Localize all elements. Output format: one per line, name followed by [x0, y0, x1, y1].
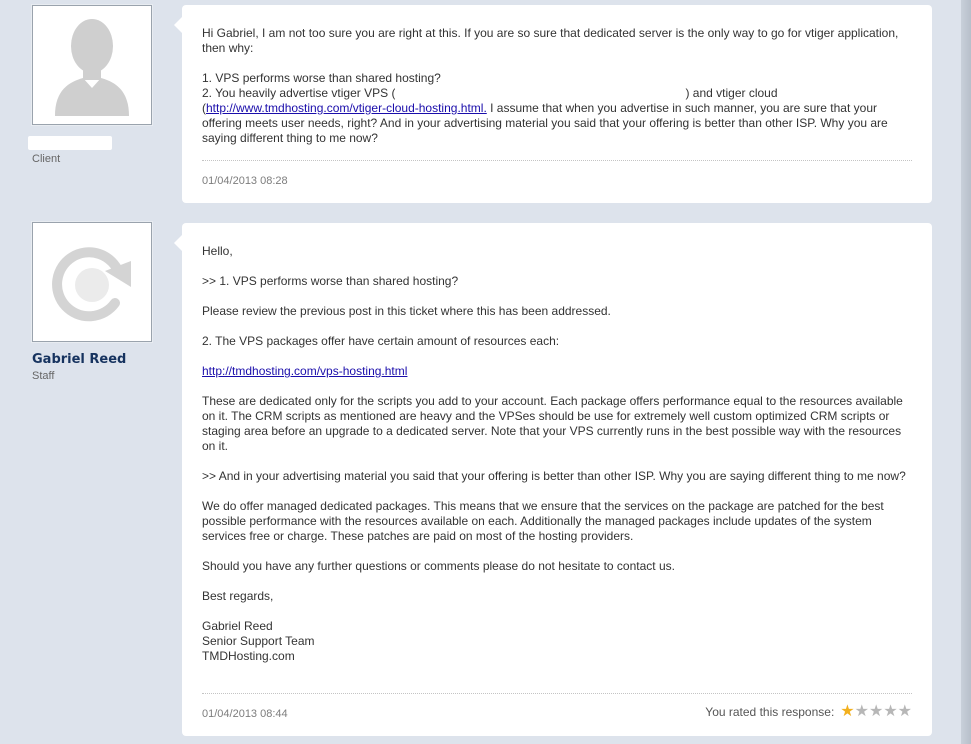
message-paragraph: http://tmdhosting.com/vps-hosting.html — [202, 364, 914, 379]
vps-hosting-link[interactable]: http://tmdhosting.com/vps-hosting.html — [202, 364, 407, 378]
message-paragraph: These are dedicated only for the scripts… — [202, 394, 903, 453]
message-paragraph: Please review the previous post in this … — [202, 304, 611, 318]
star-icon[interactable]: ★ — [840, 704, 854, 720]
ticket-reply-staff: Gabriel Reed Staff Hello, >> 1. VPS perf… — [0, 218, 961, 744]
signature-name: Gabriel Reed — [202, 619, 273, 633]
star-icon[interactable]: ★ — [898, 704, 912, 720]
message-text: 2. You heavily advertise vtiger VPS ( — [202, 86, 396, 100]
author-role: Client — [32, 153, 61, 165]
message-paragraph: Should you have any further questions or… — [202, 559, 675, 573]
ticket-reply-client: Client Hi Gabriel, I am not too sure you… — [0, 0, 961, 210]
signature-company: TMDHosting.com — [202, 649, 295, 663]
message-paragraph: Hi Gabriel, I am not too sure you are ri… — [202, 26, 899, 55]
star-icon[interactable]: ★ — [869, 704, 883, 720]
message-paragraph: >> And in your advertising material you … — [202, 469, 906, 483]
message-bubble: Hi Gabriel, I am not too sure you are ri… — [174, 5, 932, 203]
page-scrollbar[interactable] — [961, 0, 971, 744]
redacted-client-name — [28, 136, 112, 150]
message-body: Hi Gabriel, I am not too sure you are ri… — [202, 26, 914, 146]
bubble-pointer — [174, 17, 182, 33]
rating-stars: ★ ★ ★ ★ ★ — [840, 704, 912, 720]
staff-avatar — [32, 222, 152, 342]
message-paragraph: We do offer managed dedicated packages. … — [202, 499, 884, 543]
star-icon[interactable]: ★ — [883, 704, 897, 720]
message-line: 1. VPS performs worse than shared hostin… — [202, 71, 441, 85]
message-paragraph: Best regards, — [202, 589, 274, 603]
message-paragraph: 2. The VPS packages offer have certain a… — [202, 334, 560, 348]
author-role: Staff — [32, 370, 55, 382]
message-line: (http://www.tmdhosting.com/vtiger-cloud-… — [202, 101, 914, 146]
signature-title: Senior Support Team — [202, 634, 315, 648]
bubble-pointer — [174, 235, 182, 251]
message-bubble: Hello, >> 1. VPS performs worse than sha… — [174, 223, 932, 736]
message-divider — [202, 693, 912, 694]
response-rating: You rated this response: ★ ★ ★ ★ ★ — [705, 704, 912, 720]
message-line: 2. You heavily advertise vtiger VPS ( ) a… — [202, 86, 914, 101]
post-timestamp: 01/04/2013 08:44 — [202, 708, 288, 720]
message-paragraph: Hello, — [202, 244, 233, 258]
redacted-url — [395, 87, 686, 101]
message-divider — [202, 160, 912, 161]
person-silhouette-icon — [33, 6, 151, 124]
rating-label: You rated this response: — [705, 705, 835, 719]
author-name: Gabriel Reed — [32, 352, 127, 367]
refresh-arrow-icon — [33, 223, 151, 341]
vtiger-cloud-link[interactable]: http://www.tmdhosting.com/vtiger-cloud-h… — [206, 101, 487, 115]
message-body: Hello, >> 1. VPS performs worse than sha… — [202, 244, 914, 664]
star-icon[interactable]: ★ — [855, 704, 869, 720]
message-text: ) and vtiger cloud — [685, 86, 778, 100]
message-paragraph: >> 1. VPS performs worse than shared hos… — [202, 274, 459, 288]
post-timestamp: 01/04/2013 08:28 — [202, 175, 288, 187]
client-avatar — [32, 5, 152, 125]
